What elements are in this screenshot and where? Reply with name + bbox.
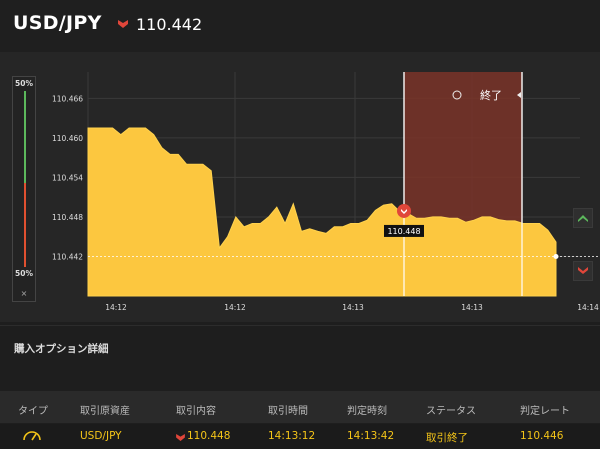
table-row[interactable]: USD/JPY 110.448 14:13:12 14:13:42 取引終了 1… [0,424,600,449]
gauge-icon [23,431,41,441]
up-arrow-icon [578,215,588,222]
down-arrow-icon [118,20,128,28]
current-rate: 110.442 [136,15,203,34]
y-tick-label: 110.454 [52,173,83,182]
current-rate-dot [553,253,559,259]
row-status: 取引終了 [426,432,468,444]
col-trade-time: 取引時間 [268,406,308,417]
x-tick-label: 14:13 [342,303,364,312]
x-tick-label: 14:13 [461,303,483,312]
col-status: ステータス [426,406,476,417]
high-button[interactable] [573,208,593,228]
purchase-section-title: 購入オプション詳細 [14,343,109,355]
down-arrow-icon [176,434,185,441]
low-button[interactable] [573,261,593,281]
header: USD/JPY 110.442 [0,0,600,52]
y-tick-label: 110.442 [52,252,83,261]
entry-label: 110.448 [387,227,420,236]
x-tick-label: 14:12 [224,303,246,312]
entry-marker [397,203,411,218]
pair-title: USD/JPY [13,12,102,34]
y-tick-label: 110.448 [52,213,83,222]
row-judge-rate: 110.446 [520,430,564,442]
row-judge-time: 14:13:42 [347,430,395,442]
down-arrow-icon [578,267,588,274]
col-judge-rate: 判定レート [520,406,570,417]
x-tick-label: 14:14 [577,303,599,312]
divider [0,325,600,326]
chart-panel: 50% 50% × 110.466 110.460 110.454 110.448 11… [0,52,600,322]
price-chart: 110.466 110.460 110.454 110.448 110.442 終了 110… [52,72,600,312]
col-type: タイプ [18,406,48,417]
y-tick-label: 110.460 [52,134,83,143]
col-judge-time: 判定時刻 [347,406,387,417]
col-content: 取引内容 [176,406,216,417]
row-trade-time: 14:13:12 [268,430,316,442]
y-tick-label: 110.466 [52,94,83,103]
x-tick-label: 14:12 [105,303,127,312]
row-content: 110.448 [187,430,231,442]
col-asset: 取引原資産 [80,406,130,417]
expiry-label: 終了 [480,88,502,102]
table-header: タイプ 取引原資産 取引内容 取引時間 判定時刻 ステータス 判定レート [0,391,600,423]
row-asset: USD/JPY [80,430,122,442]
